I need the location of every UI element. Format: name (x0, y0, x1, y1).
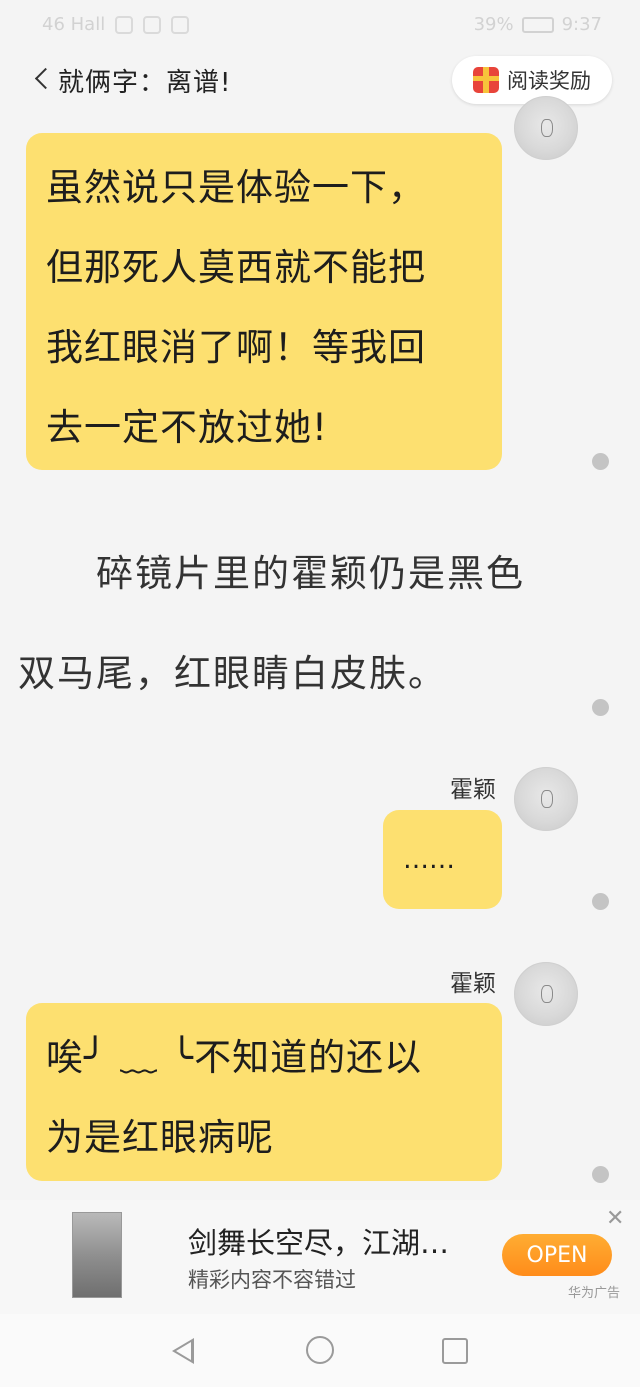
notification-icon (143, 15, 162, 34)
comment-dot[interactable] (592, 1166, 609, 1183)
ad-title[interactable]: 剑舞长空尽，江湖… (188, 1220, 449, 1262)
ad-open-button[interactable]: OPEN (502, 1234, 612, 1276)
page-title[interactable]: 就俩字：离谱! (58, 62, 231, 99)
comment-dot[interactable] (592, 453, 609, 470)
nav-recent-icon[interactable] (442, 1338, 468, 1364)
reading-reward-button[interactable]: 阅读奖励 (452, 56, 612, 104)
system-nav-bar (0, 1314, 640, 1387)
status-right: 39% 9:37 (474, 14, 602, 35)
message-bubble: …… (383, 810, 502, 909)
speaker-name: 霍颖 (450, 971, 496, 997)
message-line: 为是红眼病呢 (46, 1116, 274, 1159)
ad-banner[interactable]: 剑舞长空尽，江湖… 精彩内容不容错过 OPEN ✕ 华为广告 (0, 1200, 640, 1314)
avatar-face (541, 119, 553, 137)
message-line: 去一定不放过她! (46, 406, 328, 449)
wifi-icon (115, 15, 134, 34)
avatar-face (541, 790, 553, 808)
message-line: …… (403, 845, 455, 875)
reading-reward-label: 阅读奖励 (507, 69, 591, 93)
nav-home-icon[interactable] (306, 1336, 334, 1364)
ad-thumbnail[interactable] (72, 1212, 122, 1298)
comment-dot[interactable] (592, 699, 609, 716)
message-line: 唉╯ ﹏ ╰不知道的还以 (46, 1036, 423, 1079)
narration-line: 碎镜片里的霍颖仍是黑色 (18, 552, 525, 595)
avatar[interactable] (514, 767, 578, 831)
message-line: 但那死人莫西就不能把 (46, 246, 426, 289)
battery-icon (521, 16, 554, 33)
avatar[interactable] (514, 96, 578, 160)
comment-dot[interactable] (592, 893, 609, 910)
message-bubble: 唉╯ ﹏ ╰不知道的还以 为是红眼病呢 (26, 1003, 502, 1181)
back-icon[interactable] (34, 67, 57, 90)
nav-back-icon[interactable] (172, 1338, 194, 1364)
close-icon[interactable]: ✕ (606, 1206, 624, 1231)
gift-icon (473, 67, 499, 93)
status-bar: 46 Hall 39% 9:37 (0, 0, 640, 52)
avatar-face (541, 985, 553, 1003)
speaker-name: 霍颖 (450, 777, 496, 803)
signal-text: 46 Hall (42, 14, 106, 35)
avatar[interactable] (514, 962, 578, 1026)
battery-percent: 39% (473, 14, 514, 35)
message-line: 虽然说只是体验一下， (46, 166, 426, 209)
ad-tag: 华为广告 (568, 1286, 621, 1301)
narration-line: 双马尾，红眼睛白皮肤。 (18, 652, 447, 695)
clock: 9:37 (561, 14, 602, 35)
status-left: 46 Hall (42, 14, 190, 35)
message-line: 我红眼消了啊！等我回 (46, 326, 426, 369)
ad-subtitle: 精彩内容不容错过 (188, 1268, 356, 1292)
message-bubble: 虽然说只是体验一下， 但那死人莫西就不能把 我红眼消了啊！等我回 去一定不放过她… (26, 133, 502, 470)
message-icon (171, 15, 190, 34)
